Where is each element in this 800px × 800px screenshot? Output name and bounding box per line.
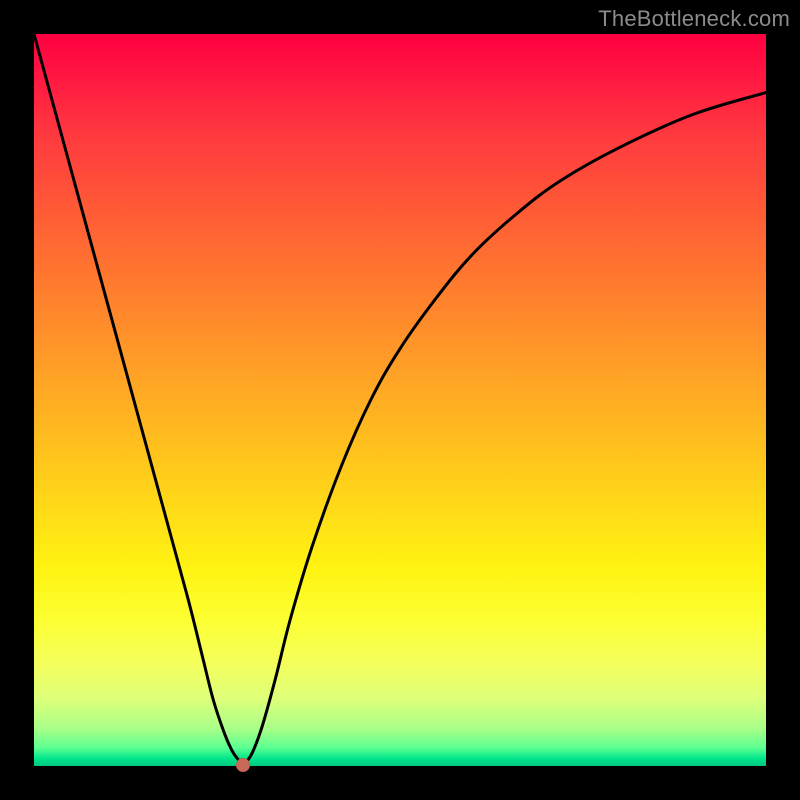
bottleneck-curve	[34, 34, 766, 766]
plot-area	[34, 34, 766, 766]
watermark-text: TheBottleneck.com	[598, 6, 790, 32]
chart-container: { "watermark": "TheBottleneck.com", "cha…	[0, 0, 800, 800]
minimum-marker	[236, 758, 250, 772]
